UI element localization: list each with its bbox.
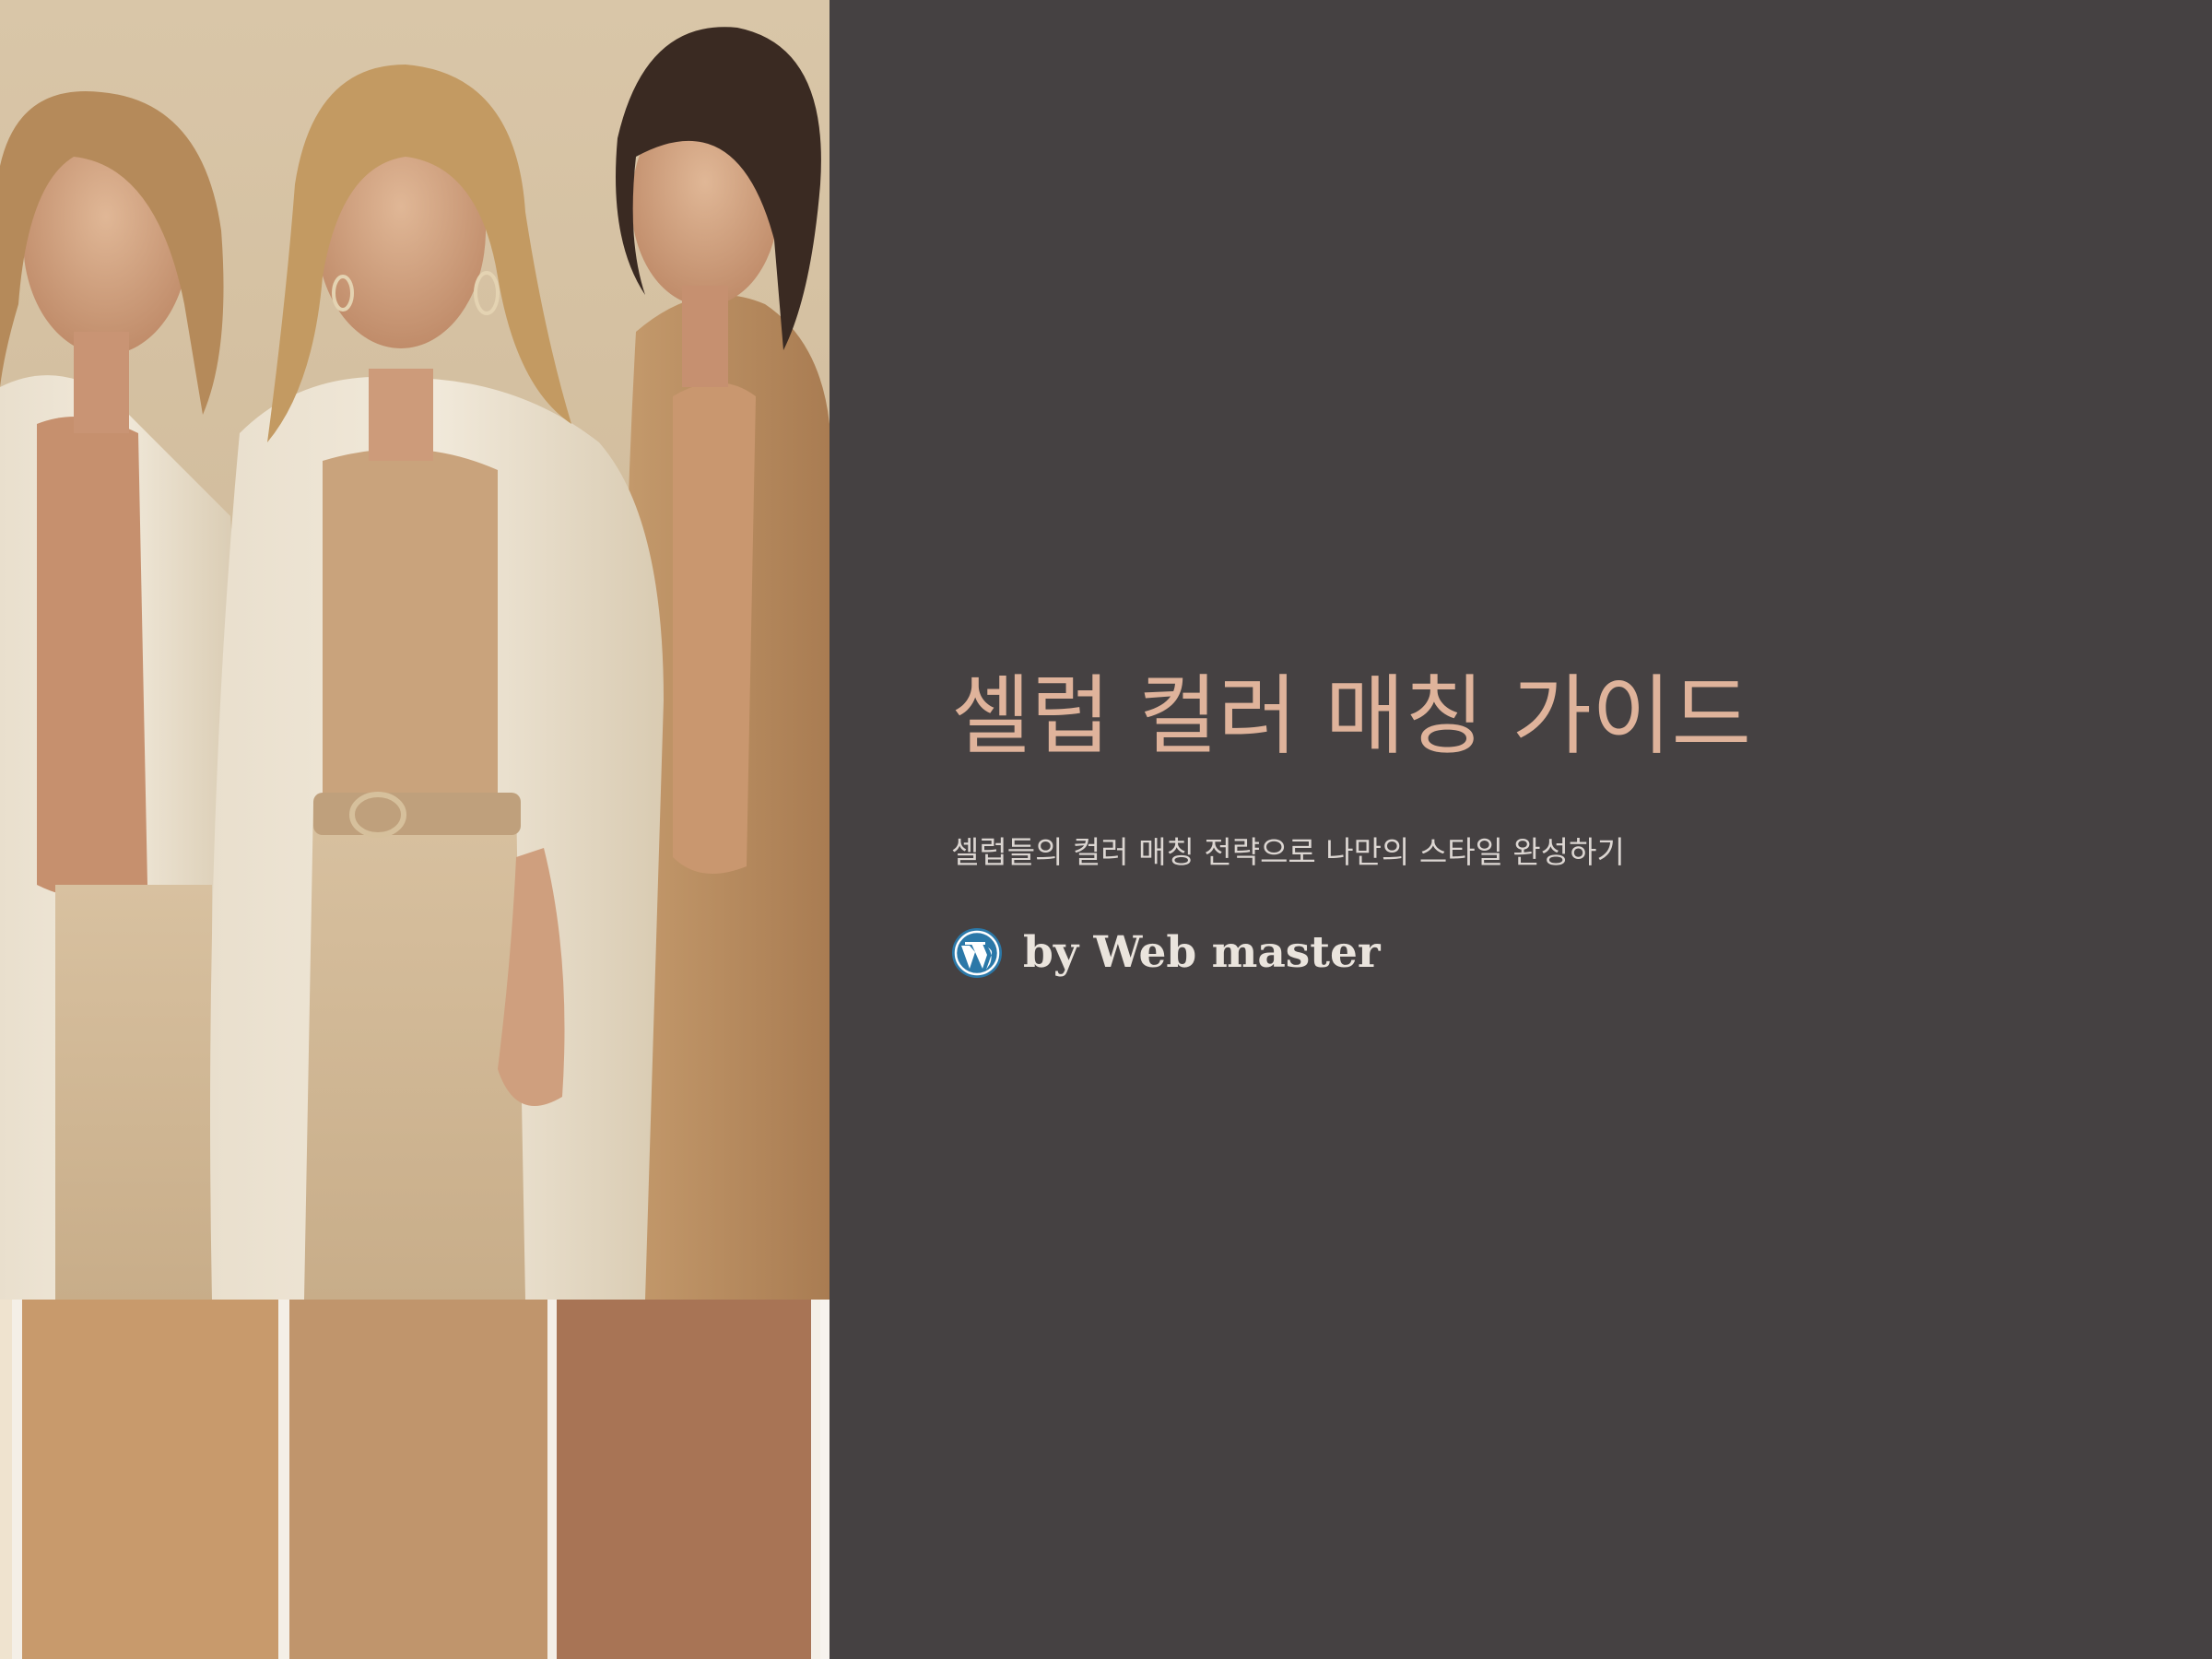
page-title: 셀럽 컬러 매칭 가이드 [951,666,1751,767]
swatch-edge-right [820,1300,830,1659]
swatch-caramel [557,1300,811,1659]
fashion-photo [0,0,830,1300]
title-slide: 셀럽 컬러 매칭 가이드 셀럽들의 컬러 매칭 전략으로 나만의 스타일 완성하… [0,0,2212,1659]
color-swatch-strip [0,1300,830,1659]
author-label: by Web master [1023,927,1381,978]
swatch-tan [289,1300,547,1659]
author-byline: by Web master [951,925,1381,981]
swatch-edge-left [0,1300,12,1659]
page-subtitle: 셀럽들의 컬러 매칭 전략으로 나만의 스타일 완성하기 [951,834,1625,870]
wordpress-icon [952,928,1002,978]
swatch-light-camel [22,1300,278,1659]
photo-panel [0,0,830,1659]
